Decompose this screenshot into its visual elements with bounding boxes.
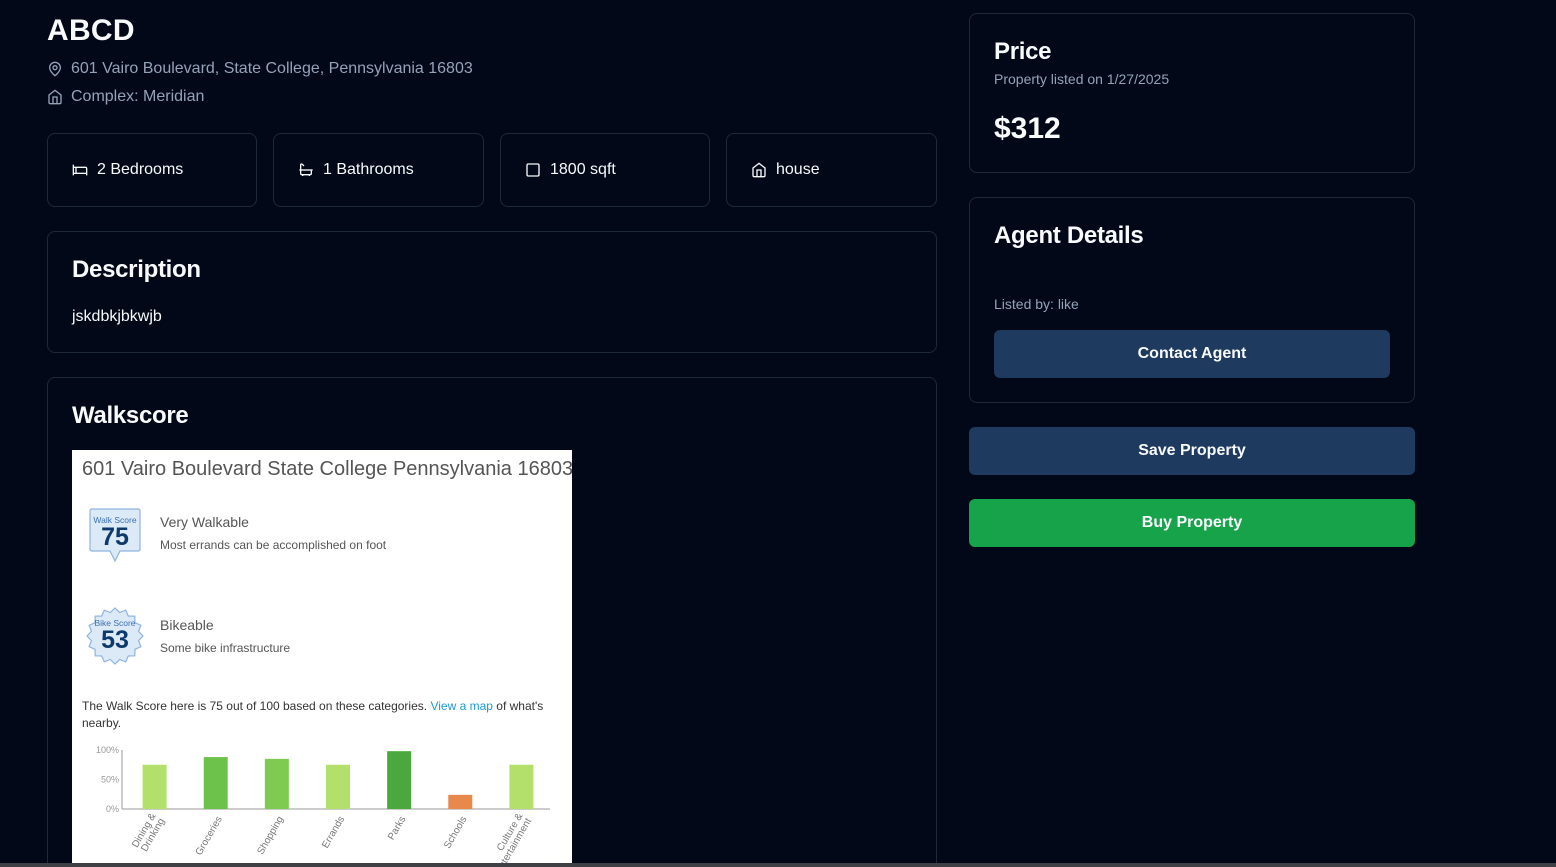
save-property-button[interactable]: Save Property <box>969 427 1415 475</box>
feature-card-bathrooms: 1 Bathrooms <box>273 133 484 207</box>
walk-score-value: 75 <box>101 523 129 551</box>
price-heading: Price <box>994 38 1052 65</box>
agent-heading: Agent Details <box>994 222 1144 249</box>
property-title: ABCD <box>47 14 135 47</box>
complex-text: Complex: Meridian <box>71 88 205 105</box>
bath-icon <box>299 163 313 176</box>
bar-errands <box>326 764 350 809</box>
summary-prefix: The Walk Score here is 75 out of 100 bas… <box>82 699 428 713</box>
agent-card: Agent Details Listed by: like Contact Ag… <box>969 197 1415 403</box>
x-tick-label: Parks <box>386 815 408 843</box>
bike-score-title: Bikeable <box>160 617 214 633</box>
bar-parks <box>387 751 412 809</box>
description-text: jskdbkjbkwjb <box>72 308 162 325</box>
x-tick-label: Shopping <box>255 815 286 857</box>
feature-label: 2 Bedrooms <box>97 161 184 178</box>
home-icon <box>752 162 766 178</box>
bar-groceries <box>203 757 228 809</box>
price-card: Price Property listed on 1/27/2025 $312 <box>969 13 1415 173</box>
bike-score-badge-icon: Bike Score 53 <box>86 607 144 665</box>
property-page: ABCD 601 Vairo Boulevard, State College,… <box>0 0 1556 867</box>
bed-icon <box>72 164 88 176</box>
y-tick-label: 50% <box>101 775 119 785</box>
square-icon <box>526 163 540 177</box>
walkscore-widget: 601 Vairo Boulevard State College Pennsy… <box>72 450 572 867</box>
bar-schools <box>448 794 473 809</box>
address-text: 601 Vairo Boulevard, State College, Penn… <box>71 60 473 77</box>
price-amount: $312 <box>994 112 1061 145</box>
listed-date: Property listed on 1/27/2025 <box>994 71 1170 87</box>
feature-card-sqft: 1800 sqft <box>500 133 710 207</box>
feature-label: 1 Bathrooms <box>323 161 414 178</box>
x-tick-label: Groceries <box>194 815 225 858</box>
description-card: Description jskdbkjbkwjb <box>47 231 937 353</box>
description-heading: Description <box>72 256 201 283</box>
feature-label: house <box>776 161 820 178</box>
feature-card-type: house <box>726 133 937 207</box>
bar-dining-drinking <box>142 764 167 809</box>
walkscore-address: 601 Vairo Boulevard State College Pennsy… <box>82 458 572 480</box>
x-tick-label: Errands <box>320 815 347 851</box>
buy-property-button[interactable]: Buy Property <box>969 499 1415 547</box>
listed-by: Listed by: like <box>994 296 1079 312</box>
feature-label: 1800 sqft <box>550 161 616 178</box>
contact-agent-button[interactable]: Contact Agent <box>994 330 1390 378</box>
feature-card-bedrooms: 2 Bedrooms <box>47 133 257 207</box>
address-line: 601 Vairo Boulevard, State College, Penn… <box>47 60 473 78</box>
y-tick-label: 0% <box>106 804 119 814</box>
bike-score-desc: Some bike infrastructure <box>160 641 291 655</box>
map-pin-icon <box>48 61 62 77</box>
bar-culture-entertainment <box>509 764 534 809</box>
home-icon <box>48 89 62 105</box>
y-tick-label: 100% <box>96 745 119 755</box>
category-chart: 100% 50% 0% Dining &Drinking Groceries Shoppi… <box>96 745 550 867</box>
x-tick-label: Culture &Entertainment <box>485 811 534 867</box>
walk-score-title: Very Walkable <box>160 514 249 530</box>
walk-score-badge-icon: Walk Score 75 <box>89 508 141 563</box>
x-tick-label: Schools <box>442 815 469 851</box>
bottom-scrollbar[interactable] <box>0 863 1556 867</box>
walk-score-desc: Most errands can be accomplished on foot <box>160 538 387 552</box>
complex-line: Complex: Meridian <box>47 88 204 106</box>
bar-shopping <box>264 758 289 809</box>
walkscore-heading: Walkscore <box>72 402 189 429</box>
bike-score-value: 53 <box>101 626 129 654</box>
x-tick-label: Dining &Drinking <box>130 811 167 855</box>
walkscore-summary: The Walk Score here is 75 out of 100 bas… <box>82 698 552 732</box>
view-map-link[interactable]: View a map <box>430 699 492 713</box>
